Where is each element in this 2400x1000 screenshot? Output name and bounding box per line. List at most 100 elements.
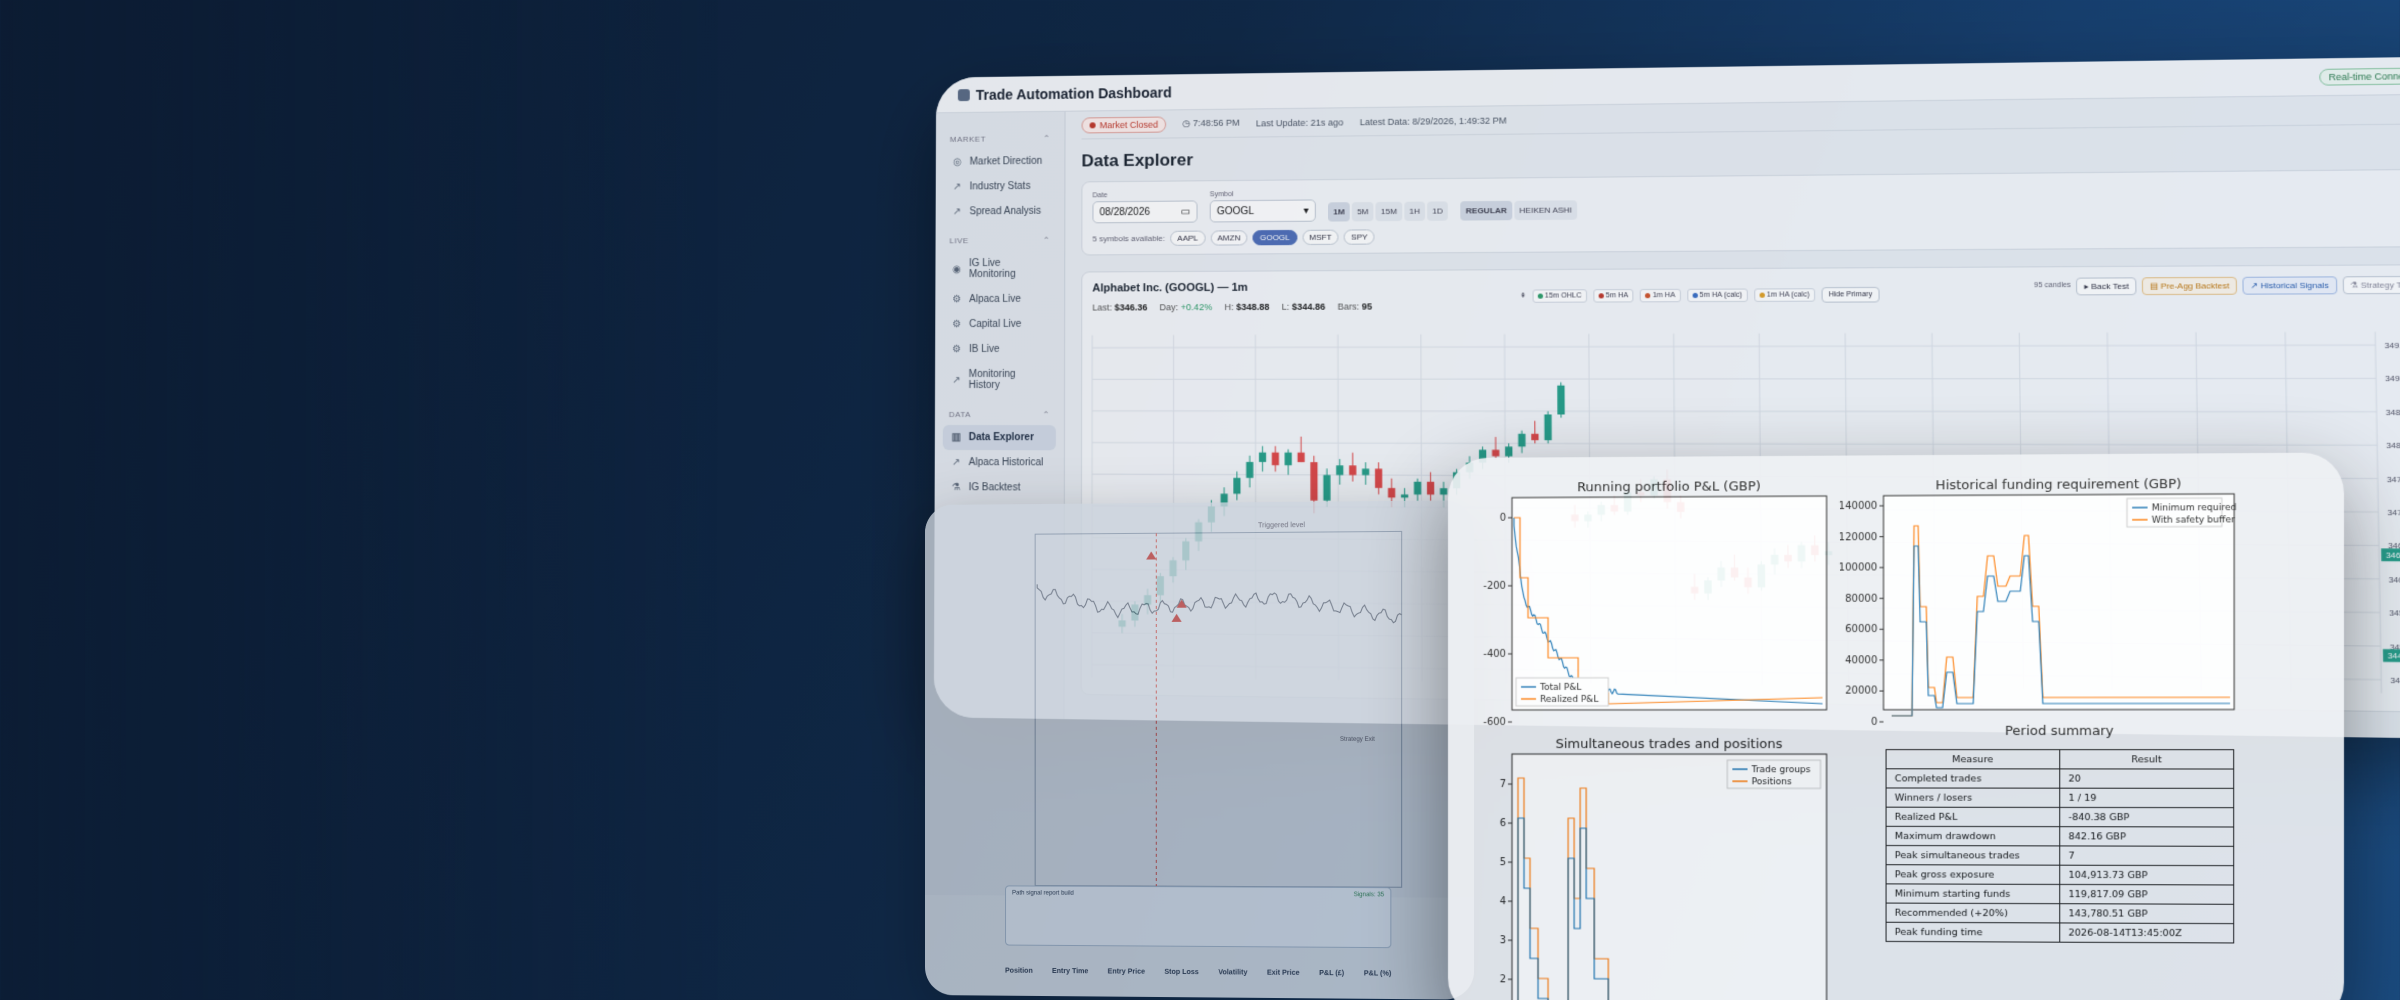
chevron-up-icon[interactable]: ⌃ xyxy=(1043,134,1050,143)
date-input[interactable]: 08/28/2026 ▭ xyxy=(1092,200,1198,224)
y-tick-label: 4 xyxy=(1500,896,1506,907)
candle-type-heiken-ashi[interactable]: HEIKEN ASHI xyxy=(1514,200,1578,221)
sidebar-item-ig-backtest[interactable]: ⚗ IG Backtest xyxy=(943,475,1056,501)
sidebar-item-ig-live-monitoring[interactable]: ◉ IG Live Monitoring xyxy=(943,251,1056,288)
chevron-up-icon[interactable]: ⌃ xyxy=(1043,236,1050,245)
symbol-chip-googl[interactable]: GOOGL xyxy=(1252,229,1297,246)
candle-body xyxy=(1297,452,1305,463)
high-label: H: xyxy=(1224,301,1234,313)
available-symbols-text: 5 symbols available: xyxy=(1092,233,1166,244)
collapse-icon[interactable]: ⇞ xyxy=(1520,292,1526,300)
signal-column-header: Volatility xyxy=(1218,969,1248,977)
sidebar-section-label: DATA xyxy=(948,410,971,420)
calendar-icon[interactable]: ▭ xyxy=(1181,206,1191,217)
y-tick-label: 0 xyxy=(1871,717,1877,728)
summary-measure: Peak simultaneous trades xyxy=(1886,845,2060,866)
legend-label: With safety buffer xyxy=(2152,515,2236,526)
sidebar-item-ib-live[interactable]: ⚙ IB Live xyxy=(943,337,1056,362)
legend-label: Positions xyxy=(1752,777,1793,787)
sidebar-item-monitoring-history[interactable]: ↗ Monitoring History xyxy=(943,362,1056,398)
trend-icon: ↗ xyxy=(952,374,961,386)
sidebar-item-spread-analysis[interactable]: ↗ Spread Analysis xyxy=(944,199,1057,225)
signal-table-header: Position Entry Time Entry Price Stop Loss Vo… xyxy=(1005,968,1391,978)
grid-line-h xyxy=(1092,443,2377,446)
y-tick-label: 2 xyxy=(1500,974,1506,985)
grid-line-h xyxy=(1092,411,2376,412)
sidebar-item-alpaca-historical[interactable]: ↗ Alpaca Historical xyxy=(943,450,1056,475)
sidebar-item-market-direction[interactable]: ◎ Market Direction xyxy=(944,149,1057,175)
sidebar-item-industry-stats[interactable]: ↗ Industry Stats xyxy=(944,174,1057,200)
historical-signals-button[interactable]: ↗ Historical Signals xyxy=(2242,276,2337,295)
symbol-value: GOOGL xyxy=(1216,205,1255,217)
timeframe-1m[interactable]: 1M xyxy=(1328,202,1350,222)
hide-primary-button[interactable]: Hide Primary xyxy=(1821,286,1880,303)
candle-body xyxy=(1505,446,1513,457)
timeframe-1d[interactable]: 1D xyxy=(1427,201,1449,221)
sidebar-item-label: Spread Analysis xyxy=(969,205,1042,218)
sidebar-section-market[interactable]: MARKET ⌃ xyxy=(950,134,1051,144)
day-label: Day: xyxy=(1159,302,1179,313)
overlay-toggle-4[interactable]: 1m HA (calc) xyxy=(1753,287,1815,302)
sidebar-item-data-explorer[interactable]: ▥ Data Explorer xyxy=(942,425,1056,451)
overlay-toggle-1[interactable]: 5m HA xyxy=(1593,288,1634,303)
summary-row: Winners / losers 1 / 19 xyxy=(1886,787,2234,808)
price-tick-label: 348.50 xyxy=(2385,407,2400,417)
candle-body xyxy=(1426,481,1435,495)
summary-measure: Completed trades xyxy=(1886,768,2060,789)
y-tick-label: 20000 xyxy=(1845,686,1877,697)
strategy-exit-label: Strategy Exit xyxy=(1340,737,1375,743)
overlay-toggle-2[interactable]: 1m HA xyxy=(1639,288,1681,302)
date-label: Date xyxy=(1092,192,1108,200)
price-tick-label: 348.00 xyxy=(2386,441,2400,451)
summary-row: Recommended (+20%) 143,780.51 GBP xyxy=(1886,903,2234,924)
candle-type-regular[interactable]: REGULAR xyxy=(1460,200,1513,221)
candle-body xyxy=(1439,488,1448,495)
summary-measure: Maximum drawdown xyxy=(1886,826,2060,846)
signal-chart-window: Triggered level Strategy Exit Path signal… xyxy=(925,500,1475,1000)
pre-agg-backtest-button[interactable]: ▤ Pre-Agg Backtest xyxy=(2141,276,2238,296)
app-title-text: Trade Automation Dashboard xyxy=(975,83,1172,103)
date-value: 08/28/2026 xyxy=(1099,206,1150,218)
candle-body xyxy=(1557,385,1565,415)
summary-row: Completed trades 20 xyxy=(1886,768,2234,789)
chevron-up-icon[interactable]: ⌃ xyxy=(1043,410,1050,419)
timeframe-5m[interactable]: 5M xyxy=(1351,201,1374,222)
strategy-test-button[interactable]: ⚗ Strategy Test xyxy=(2342,275,2400,295)
signal-chart-bg xyxy=(925,500,1475,898)
sidebar-section-data[interactable]: DATA ⌃ xyxy=(949,410,1050,419)
overlay-toggle-0[interactable]: 15m OHLC xyxy=(1532,288,1587,303)
sidebar-item-label: Alpaca Live xyxy=(969,293,1021,306)
signal-column-header: P&L (%) xyxy=(1363,970,1392,978)
candle-body xyxy=(1544,414,1552,441)
sidebar-item-alpaca-live[interactable]: ⚙ Alpaca Live xyxy=(943,287,1056,312)
gear-icon: ⚙ xyxy=(952,344,962,356)
sidebar-item-label: IG Backtest xyxy=(968,482,1021,494)
back-test-button[interactable]: ▸ Back Test xyxy=(2076,277,2137,296)
compass-icon: ◎ xyxy=(952,156,962,168)
timeframe-selector: 1M 5M 15M 1H 1D xyxy=(1328,201,1449,222)
timeframe-15m[interactable]: 15M xyxy=(1375,201,1403,222)
summary-measure: Peak funding time xyxy=(1886,922,2060,943)
symbol-chip-amzn[interactable]: AMZN xyxy=(1210,230,1248,246)
signal-report-title: Path signal report build xyxy=(1012,890,1074,897)
grid-line-h xyxy=(1092,345,2375,348)
overlay-toggle-3[interactable]: 5m HA (calc) xyxy=(1686,288,1748,302)
overlay-toggles: ⇞ 15m OHLC 5m HA 1m HA 5m HA (calc) 1m HA (c… xyxy=(1520,279,1880,311)
symbol-chip-spy[interactable]: SPY xyxy=(1343,229,1375,245)
sidebar-section-live[interactable]: LIVE ⌃ xyxy=(949,236,1050,246)
symbol-chip-aapl[interactable]: AAPL xyxy=(1170,230,1206,246)
last-price-tag-text: 346.36 xyxy=(2386,551,2400,561)
symbol-chip-msft[interactable]: MSFT xyxy=(1302,229,1339,246)
timeframe-1h[interactable]: 1H xyxy=(1404,201,1426,222)
y-tick-label: 140000 xyxy=(1839,501,1878,512)
candles-count: 95 candles xyxy=(2033,281,2072,290)
overlay-label: 5m HA xyxy=(1605,291,1629,299)
summary-result: 7 xyxy=(2059,845,2234,866)
high-price: $348.88 xyxy=(1236,301,1270,313)
controls-panel: Date 08/28/2026 ▭ Symbol GOOGL ▾ 1M 5M 15M… xyxy=(1081,168,2400,256)
symbol-select[interactable]: GOOGL ▾ xyxy=(1209,199,1316,223)
sidebar-item-capital-live[interactable]: ⚙ Capital Live xyxy=(943,312,1056,337)
chevron-down-icon: ▾ xyxy=(1303,205,1309,217)
y-tick-label: -200 xyxy=(1483,581,1506,592)
legend-label: Trade groups xyxy=(1751,765,1811,775)
